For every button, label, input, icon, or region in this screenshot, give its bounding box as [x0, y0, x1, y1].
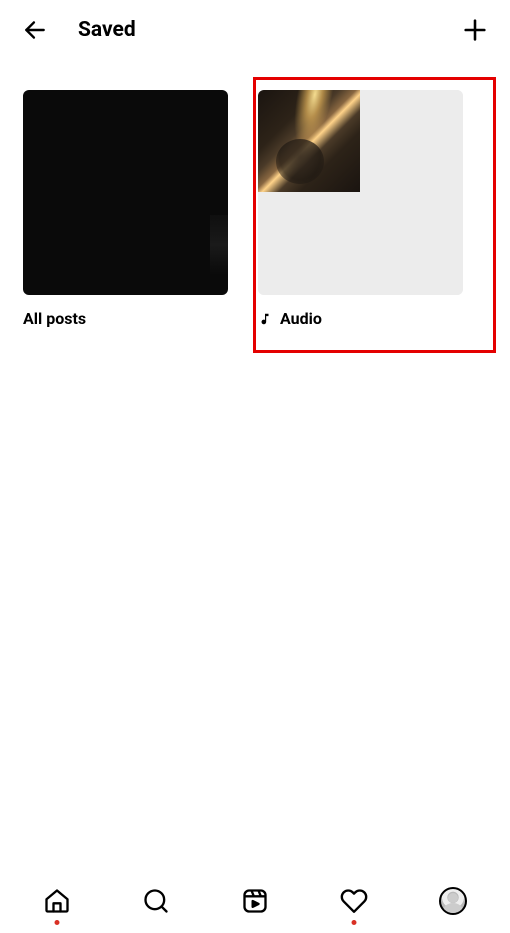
collection-label-text: All posts	[23, 309, 86, 328]
add-button[interactable]	[460, 15, 490, 45]
bottom-nav	[0, 869, 510, 933]
nav-reels[interactable]	[235, 881, 275, 921]
audio-thumbnail	[258, 90, 463, 295]
thumbnail-cell-empty	[258, 193, 360, 295]
profile-avatar-icon	[439, 887, 467, 915]
back-button[interactable]	[20, 15, 50, 45]
collection-label: All posts	[23, 309, 228, 328]
reels-icon	[241, 887, 269, 915]
arrow-left-icon	[22, 17, 48, 43]
home-icon	[43, 887, 71, 915]
thumbnail-cell-empty	[361, 90, 463, 192]
search-icon	[142, 887, 170, 915]
page-title: Saved	[78, 18, 136, 42]
plus-icon	[461, 16, 489, 44]
thumbnail-cell-photo	[258, 90, 360, 192]
heart-icon	[340, 887, 368, 915]
notification-dot	[351, 920, 356, 925]
nav-search[interactable]	[136, 881, 176, 921]
collection-label-text: Audio	[280, 309, 322, 328]
thumbnail-cell-empty	[361, 193, 463, 295]
collection-label: Audio	[258, 309, 463, 328]
all-posts-thumbnail	[23, 90, 228, 295]
notification-dot	[55, 920, 60, 925]
nav-profile[interactable]	[433, 881, 473, 921]
nav-home[interactable]	[37, 881, 77, 921]
music-note-icon	[258, 312, 272, 326]
header-left: Saved	[20, 15, 136, 45]
collections-grid: All posts Audio	[0, 60, 510, 328]
audio-collection[interactable]: Audio	[258, 90, 463, 328]
nav-activity[interactable]	[334, 881, 374, 921]
all-posts-collection[interactable]: All posts	[23, 90, 228, 328]
header: Saved	[0, 0, 510, 60]
